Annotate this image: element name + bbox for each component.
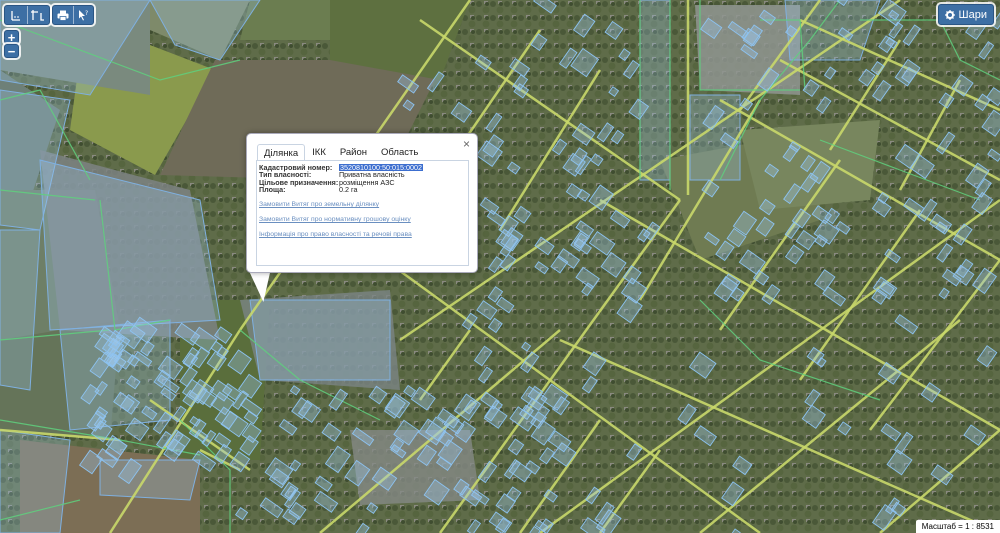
parcel-tab-pane: Кадастровий номер: 3520810100:50:015:000… [256,160,469,266]
ownership-rights-info-link[interactable]: Інформація про право власності та речові… [259,231,412,238]
print-icon[interactable] [53,6,74,24]
order-parcel-extract-link[interactable]: Замовити Витяг про земельну ділянку [259,201,379,208]
parcel-info-popup: × Ділянка ІКК Район Область Кадастровий … [246,133,478,273]
identify-pointer-icon[interactable]: ? [74,6,94,24]
satellite-map[interactable] [0,0,1000,533]
order-valuation-extract-link[interactable]: Замовити Витяг про нормативну грошову оц… [259,216,411,223]
measure-area-icon[interactable] [28,6,50,24]
zoom-out-button[interactable]: − [4,44,19,58]
layers-label: Шари [958,8,987,21]
measure-tools-group [4,5,50,25]
attr-key: Площа: [259,184,286,194]
gear-icon [944,9,955,20]
print-identify-group: ? [52,5,94,25]
attr-row-area: Площа: 0.2 га [259,184,423,194]
attr-value: 0.2 га [339,184,358,194]
parcel-attributes: Кадастровий номер: 3520810100:50:015:000… [259,164,423,193]
svg-text:?: ? [85,10,88,17]
scale-indicator: Масштаб = 1 : 8531 [915,520,1000,533]
zoom-in-button[interactable]: + [4,30,19,44]
layers-button[interactable]: Шари [937,4,994,25]
close-icon[interactable]: × [463,137,470,151]
measure-length-icon[interactable] [5,6,28,24]
